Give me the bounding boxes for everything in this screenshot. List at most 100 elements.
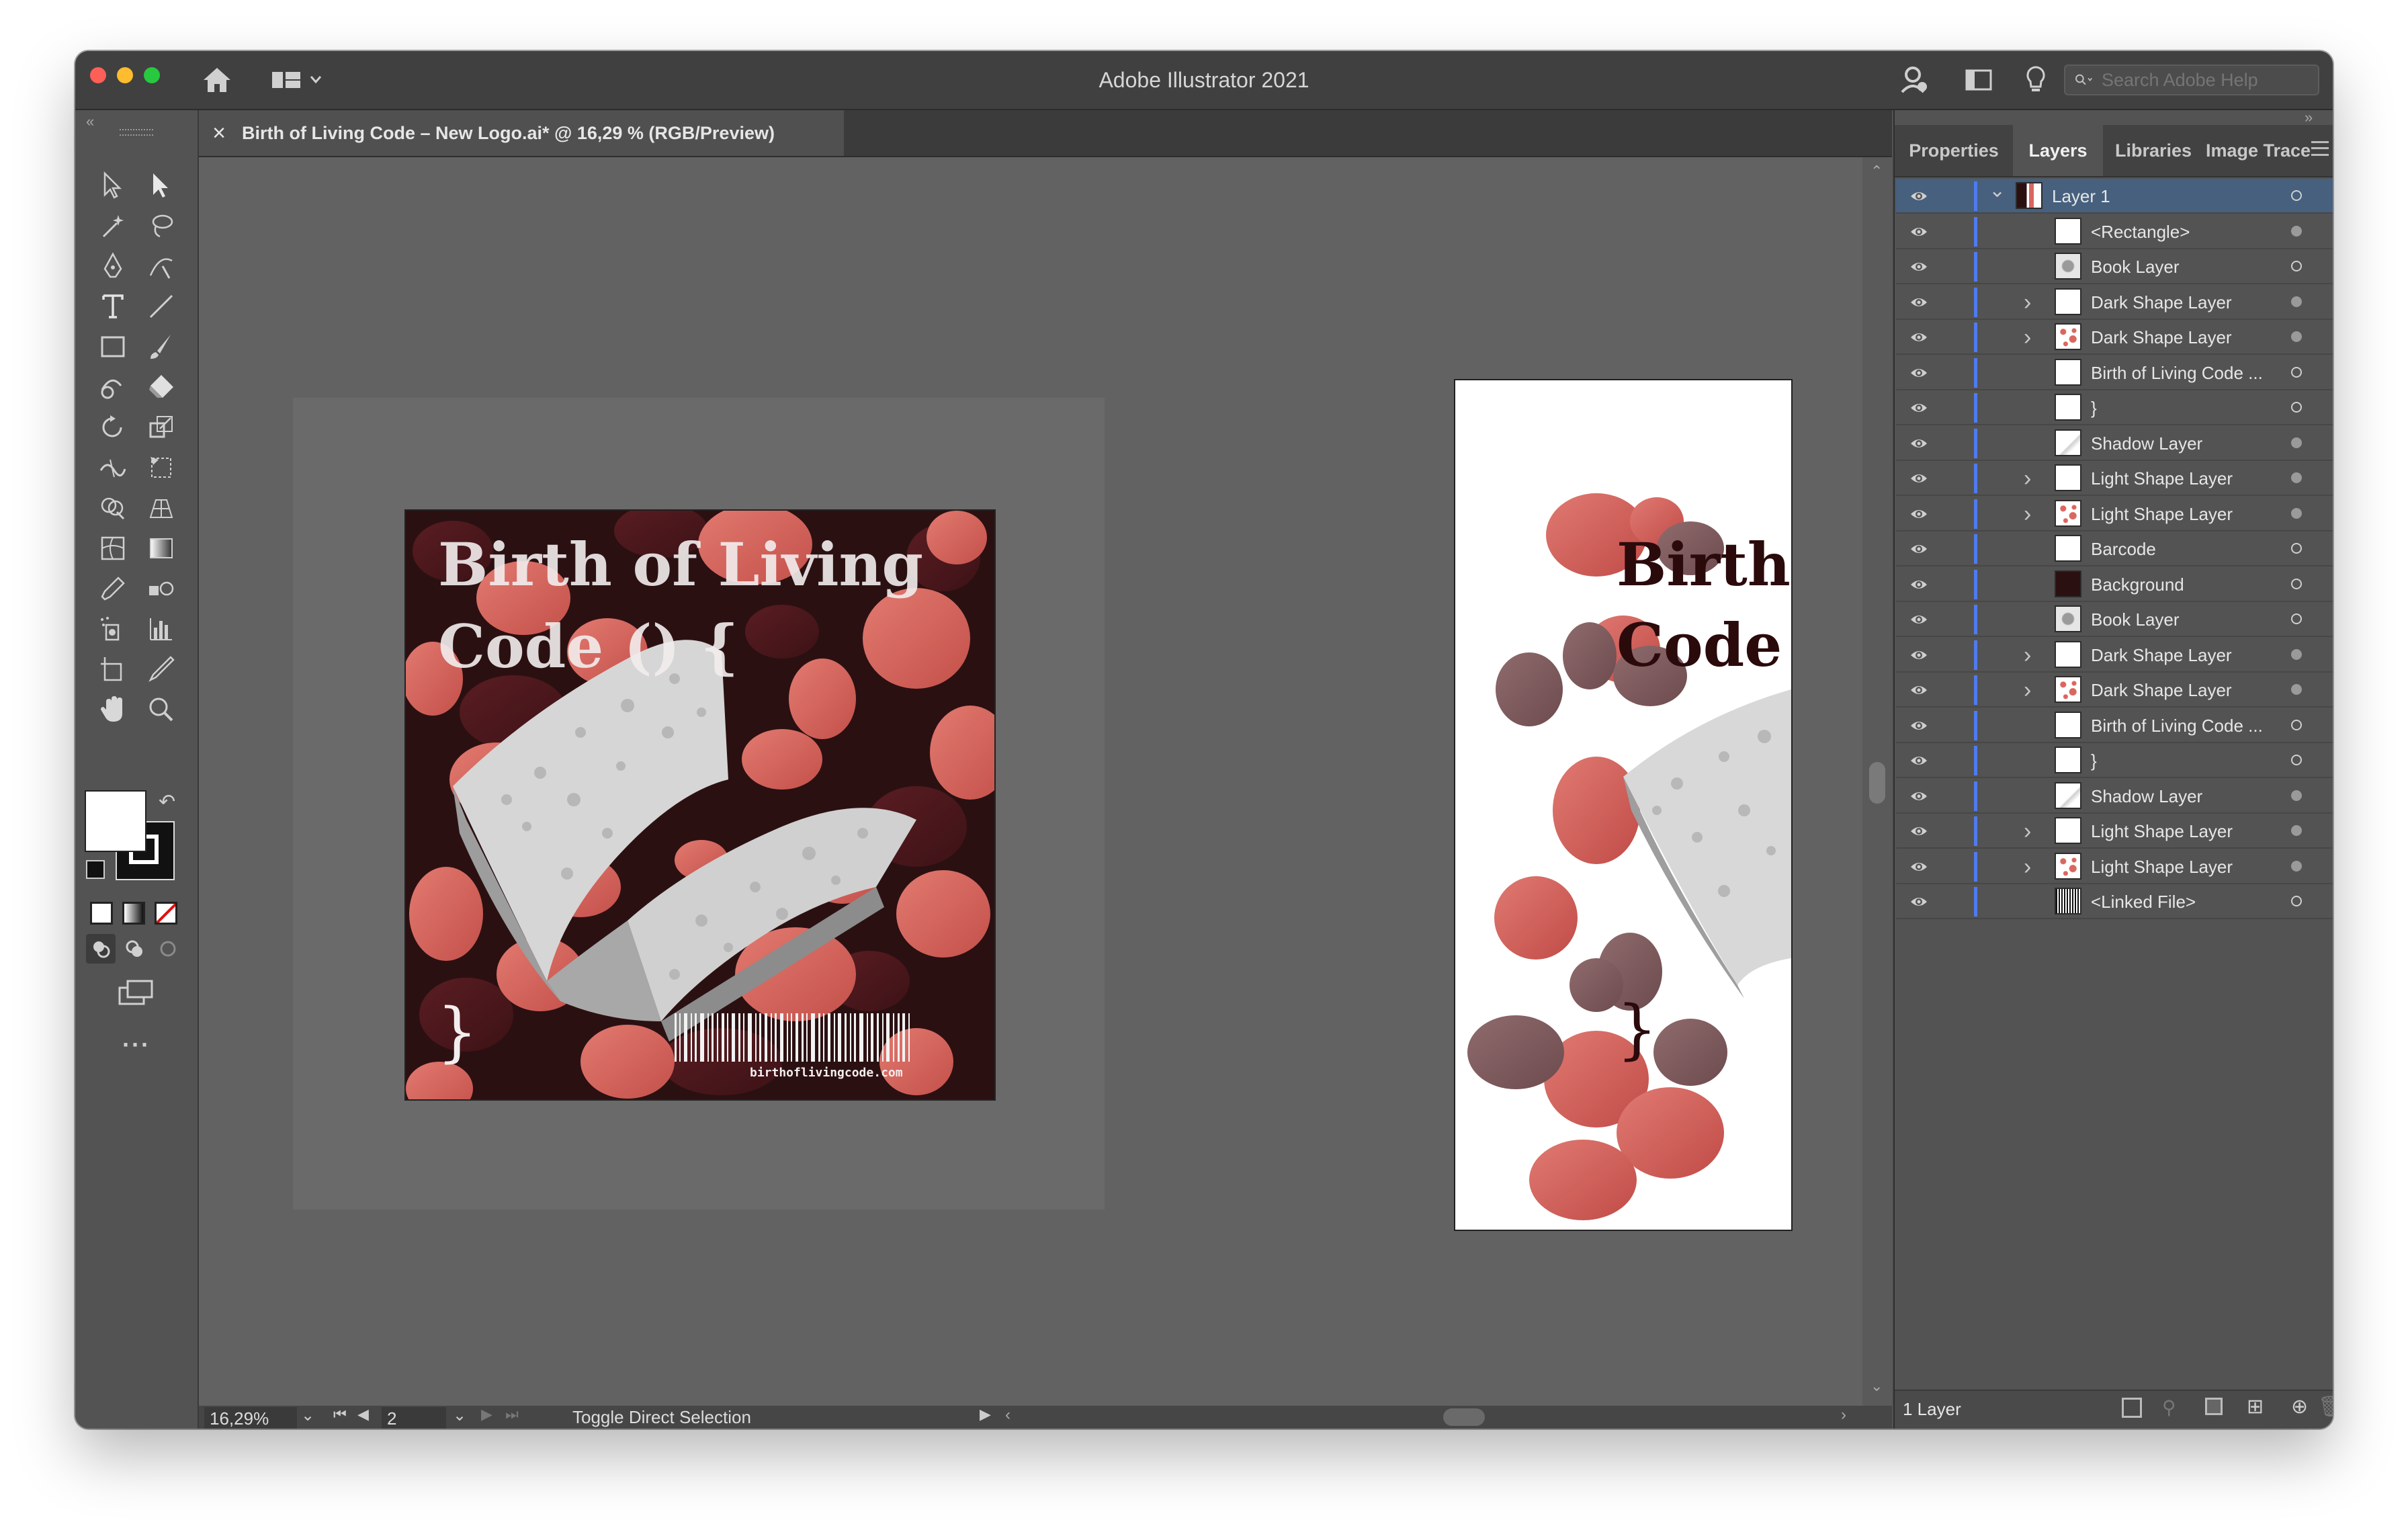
close-tab-icon[interactable]: × bbox=[204, 120, 234, 146]
slice-tool[interactable] bbox=[141, 650, 181, 688]
selection-tool[interactable] bbox=[93, 167, 133, 204]
expand-arrow-icon[interactable]: › bbox=[2024, 638, 2031, 673]
status-menu-arrow-icon[interactable]: ▶ bbox=[980, 1406, 991, 1423]
lock-toggle[interactable] bbox=[1939, 253, 1966, 280]
lock-toggle[interactable] bbox=[1939, 183, 1966, 210]
layer-row[interactable]: › Light Shape Layer bbox=[1896, 461, 2333, 496]
visibility-eye-icon[interactable] bbox=[1909, 257, 1928, 276]
eraser-tool[interactable] bbox=[141, 368, 181, 406]
target-circle-icon[interactable] bbox=[2291, 896, 2302, 906]
artboard-2[interactable]: Birth Code ( } bbox=[1454, 379, 1793, 1231]
artboard-1-headline-line2[interactable]: Code () { bbox=[438, 611, 738, 681]
artboard-2-headline-line1[interactable]: Birth bbox=[1617, 529, 1791, 599]
layer-name[interactable]: Dark Shape Layer bbox=[2091, 673, 2232, 708]
visibility-eye-icon[interactable] bbox=[1909, 187, 1928, 206]
target-circle-icon[interactable] bbox=[2291, 190, 2302, 201]
layer-name[interactable]: Dark Shape Layer bbox=[2091, 638, 2232, 673]
target-circle-icon[interactable] bbox=[2291, 402, 2302, 413]
scroll-left-arrow-icon[interactable]: ‹ bbox=[1005, 1406, 1010, 1425]
visibility-eye-icon[interactable] bbox=[1909, 398, 1928, 417]
layer-row[interactable]: Birth of Living Code ... bbox=[1896, 708, 2333, 743]
layer-row[interactable]: Shadow Layer bbox=[1896, 426, 2333, 461]
lock-toggle[interactable] bbox=[1939, 677, 1966, 704]
collapse-toolbar-icon[interactable]: « bbox=[86, 113, 94, 130]
visibility-eye-icon[interactable] bbox=[1909, 751, 1928, 770]
none-mode-icon[interactable] bbox=[155, 902, 177, 925]
expand-arrow-icon[interactable]: › bbox=[2024, 461, 2031, 496]
expand-arrow-icon[interactable]: › bbox=[2024, 849, 2031, 884]
visibility-eye-icon[interactable] bbox=[1909, 328, 1928, 347]
canvas-area[interactable]: Birth of Living Code () { } birthoflivin… bbox=[199, 157, 1892, 1406]
scale-tool[interactable] bbox=[141, 409, 181, 446]
layer-row-layer-1[interactable]: ⌄ Layer 1 bbox=[1896, 179, 2333, 214]
visibility-eye-icon[interactable] bbox=[1909, 787, 1928, 806]
lock-toggle[interactable] bbox=[1939, 218, 1966, 245]
layer-name[interactable]: Shadow Layer bbox=[2091, 426, 2202, 461]
lock-toggle[interactable] bbox=[1939, 324, 1966, 351]
eyedropper-tool[interactable] bbox=[93, 570, 133, 607]
collapse-arrow-icon[interactable]: ⌄ bbox=[1989, 173, 2006, 208]
default-fill-stroke-icon[interactable] bbox=[86, 860, 105, 879]
zoom-dropdown-chevron-icon[interactable]: ⌄ bbox=[297, 1406, 318, 1429]
curvature-tool[interactable] bbox=[141, 247, 181, 285]
visibility-eye-icon[interactable] bbox=[1909, 681, 1928, 699]
layer-row[interactable]: › Dark Shape Layer bbox=[1896, 285, 2333, 320]
layer-row[interactable]: › Light Shape Layer bbox=[1896, 497, 2333, 532]
layer-name[interactable]: Book Layer bbox=[2091, 249, 2180, 284]
make-clipping-mask-icon[interactable] bbox=[2205, 1398, 2223, 1415]
search-adobe-help-field[interactable] bbox=[2064, 65, 2319, 95]
lightbulb-icon[interactable] bbox=[2021, 63, 2051, 97]
target-circle-icon[interactable] bbox=[2291, 613, 2302, 624]
layer-row[interactable]: Birth of Living Code ... bbox=[1896, 355, 2333, 390]
layer-row[interactable]: › Light Shape Layer bbox=[1896, 849, 2333, 884]
fill-swatch[interactable] bbox=[85, 790, 146, 852]
perspective-grid-tool[interactable] bbox=[141, 489, 181, 527]
pen-tool[interactable] bbox=[93, 247, 133, 285]
layer-row[interactable]: } bbox=[1896, 743, 2333, 778]
expand-arrow-icon[interactable]: › bbox=[2024, 673, 2031, 708]
layer-row[interactable]: › Dark Shape Layer bbox=[1896, 673, 2333, 708]
swap-fill-stroke-icon[interactable]: ↶ bbox=[159, 790, 175, 814]
visibility-eye-icon[interactable] bbox=[1909, 892, 1928, 911]
layer-row[interactable]: Shadow Layer bbox=[1896, 779, 2333, 814]
target-circle-icon[interactable] bbox=[2291, 225, 2302, 237]
target-circle-icon[interactable] bbox=[2291, 684, 2302, 695]
artboard-1-url[interactable]: birthoflivingcode.com bbox=[750, 1066, 903, 1080]
artboard-1-headline-line1[interactable]: Birth of Living bbox=[438, 529, 923, 599]
type-tool[interactable] bbox=[93, 288, 133, 325]
target-circle-icon[interactable] bbox=[2291, 472, 2302, 483]
layer-name[interactable]: Light Shape Layer bbox=[2091, 814, 2233, 849]
layer-row[interactable]: Background bbox=[1896, 567, 2333, 602]
lock-toggle[interactable] bbox=[1939, 571, 1966, 598]
gradient-tool[interactable] bbox=[141, 529, 181, 567]
visibility-eye-icon[interactable] bbox=[1909, 716, 1928, 735]
first-artboard-icon[interactable]: ⏮ bbox=[333, 1406, 347, 1423]
shape-builder-tool[interactable] bbox=[93, 489, 133, 527]
scroll-up-arrow-icon[interactable]: ⌃ bbox=[1870, 163, 1883, 180]
export-assets-icon[interactable] bbox=[2122, 1398, 2142, 1418]
layer-name[interactable]: Barcode bbox=[2091, 532, 2156, 566]
layer-name[interactable]: Birth of Living Code ... bbox=[2091, 708, 2263, 743]
layer-row[interactable]: Barcode bbox=[1896, 532, 2333, 566]
artboard-number-field[interactable]: 2 bbox=[382, 1407, 446, 1429]
target-circle-icon[interactable] bbox=[2291, 296, 2302, 307]
search-input[interactable] bbox=[2100, 69, 2318, 91]
layer-row[interactable]: › Light Shape Layer bbox=[1896, 814, 2333, 849]
zoom-tool[interactable] bbox=[141, 691, 181, 728]
layer-name[interactable]: Shadow Layer bbox=[2091, 779, 2202, 814]
lock-toggle[interactable] bbox=[1939, 818, 1966, 845]
layer-row[interactable]: › Dark Shape Layer bbox=[1896, 320, 2333, 355]
tab-properties[interactable]: Properties bbox=[1895, 125, 2013, 176]
lock-toggle[interactable] bbox=[1939, 289, 1966, 316]
lock-toggle[interactable] bbox=[1939, 783, 1966, 810]
artboard-1[interactable]: Birth of Living Code () { } birthoflivin… bbox=[404, 509, 996, 1101]
rectangle-tool[interactable] bbox=[93, 328, 133, 366]
scroll-right-arrow-icon[interactable]: › bbox=[1841, 1406, 1846, 1425]
target-circle-icon[interactable] bbox=[2291, 860, 2302, 872]
layer-name[interactable]: Layer 1 bbox=[2052, 179, 2110, 214]
lock-toggle[interactable] bbox=[1939, 430, 1966, 457]
layer-row[interactable]: › Dark Shape Layer bbox=[1896, 638, 2333, 673]
target-circle-icon[interactable] bbox=[2291, 543, 2302, 554]
free-transform-tool[interactable] bbox=[141, 449, 181, 486]
visibility-eye-icon[interactable] bbox=[1909, 505, 1928, 523]
